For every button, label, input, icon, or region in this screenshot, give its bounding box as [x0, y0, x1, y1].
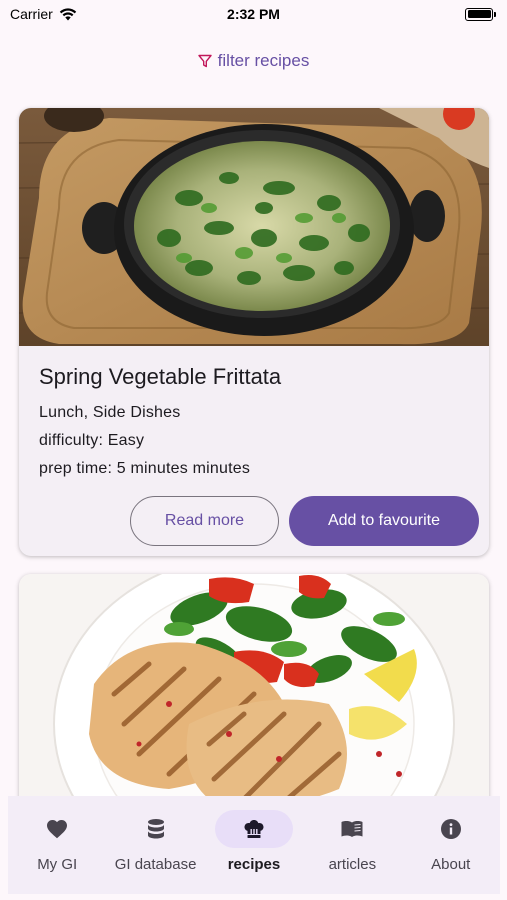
- nav-item-about[interactable]: About: [403, 810, 499, 873]
- nav-item-recipes[interactable]: recipes: [206, 810, 302, 873]
- database-icon: [147, 819, 164, 839]
- recipe-actions: Read more Add to favourite: [130, 496, 479, 546]
- recipe-category: Lunch, Side Dishes: [39, 404, 181, 421]
- status-bar: Carrier 2:32 PM: [0, 0, 507, 28]
- info-icon: [440, 819, 461, 839]
- recipe-card[interactable]: [19, 574, 489, 814]
- filter-recipes-label: filter recipes: [217, 51, 310, 70]
- recipe-card-body: Spring Vegetable Frittata Lunch, Side Di…: [19, 346, 489, 478]
- nav-label: articles: [328, 856, 377, 873]
- recipe-prep-time: prep time: 5 minutes minutes: [39, 460, 251, 477]
- chef-hat-icon: [244, 820, 264, 838]
- carrier-label: Carrier: [10, 6, 53, 22]
- bottom-navigation: My GI GI database recipes articles About: [8, 796, 500, 894]
- read-more-button[interactable]: Read more: [130, 496, 279, 546]
- recipe-card[interactable]: Spring Vegetable Frittata Lunch, Side Di…: [19, 108, 489, 556]
- grilled-chicken-photo: [19, 574, 489, 814]
- status-left: Carrier: [10, 6, 77, 22]
- recipe-title: Spring Vegetable Frittata: [39, 364, 282, 389]
- recipe-image-frittata[interactable]: [19, 108, 489, 346]
- recipe-image-chicken[interactable]: [19, 574, 489, 814]
- nav-item-articles[interactable]: articles: [304, 810, 400, 873]
- nav-label: About: [431, 856, 471, 873]
- frittata-photo: [19, 108, 489, 346]
- book-icon: [341, 821, 363, 837]
- nav-label: My GI: [37, 856, 78, 873]
- nav-item-my-gi[interactable]: My GI: [9, 810, 105, 873]
- add-to-favourite-button[interactable]: Add to favourite: [289, 496, 479, 546]
- nav-label: recipes: [227, 856, 281, 873]
- wifi-icon: [59, 7, 76, 20]
- nav-label: GI database: [114, 856, 197, 873]
- nav-item-gi-database[interactable]: GI database: [108, 810, 204, 873]
- recipe-difficulty: difficulty: Easy: [39, 432, 145, 449]
- filter-recipes-button[interactable]: filter recipes: [0, 48, 507, 74]
- battery-icon: [465, 7, 496, 21]
- filter-icon: [197, 54, 212, 68]
- heart-icon: [47, 820, 68, 839]
